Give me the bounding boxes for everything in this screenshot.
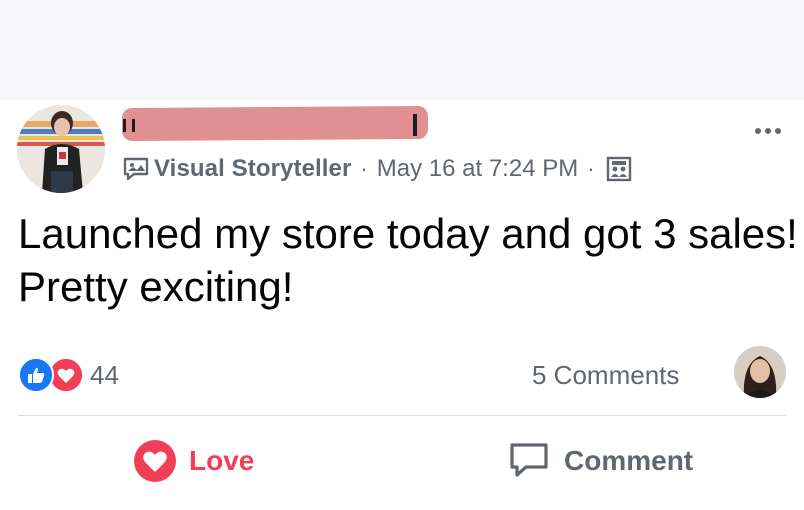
audience-group-icon[interactable]	[606, 156, 632, 182]
author-name-fragment	[413, 114, 417, 136]
comments-count-link[interactable]: 5 Comments	[532, 358, 679, 392]
author-name-fragment	[123, 119, 135, 132]
visual-storyteller-badge-icon	[123, 157, 149, 181]
comment-icon	[510, 443, 548, 477]
post-card: Visual Storyteller · May 16 at 7:24 PM ·…	[0, 100, 804, 510]
author-name-redaction	[121, 105, 429, 142]
reactions-summary[interactable]: 44	[18, 357, 119, 393]
love-reaction-icon	[134, 440, 176, 482]
author-avatar-image	[17, 105, 105, 193]
more-options-icon[interactable]	[748, 120, 788, 142]
actions-divider	[18, 415, 786, 416]
commenter-avatar-image	[734, 346, 786, 398]
comment-button[interactable]: Comment	[508, 436, 693, 486]
love-button[interactable]: Love	[133, 436, 254, 486]
author-badge[interactable]: Visual Storyteller	[154, 155, 351, 183]
reaction-count: 44	[90, 359, 119, 390]
post-meta: Visual Storyteller · May 16 at 7:24 PM ·	[122, 153, 632, 185]
post-timestamp[interactable]: May 16 at 7:24 PM	[377, 155, 578, 183]
post-text: Launched my store today and got 3 sales!…	[18, 210, 798, 310]
meta-separator: ·	[587, 156, 595, 181]
author-avatar[interactable]	[17, 105, 105, 193]
love-button-label: Love	[189, 445, 255, 476]
meta-separator: ·	[360, 156, 368, 181]
top-blank-area	[0, 0, 804, 100]
commenter-avatar[interactable]	[734, 346, 786, 398]
like-icon	[18, 357, 54, 393]
comment-button-label: Comment	[564, 445, 694, 476]
